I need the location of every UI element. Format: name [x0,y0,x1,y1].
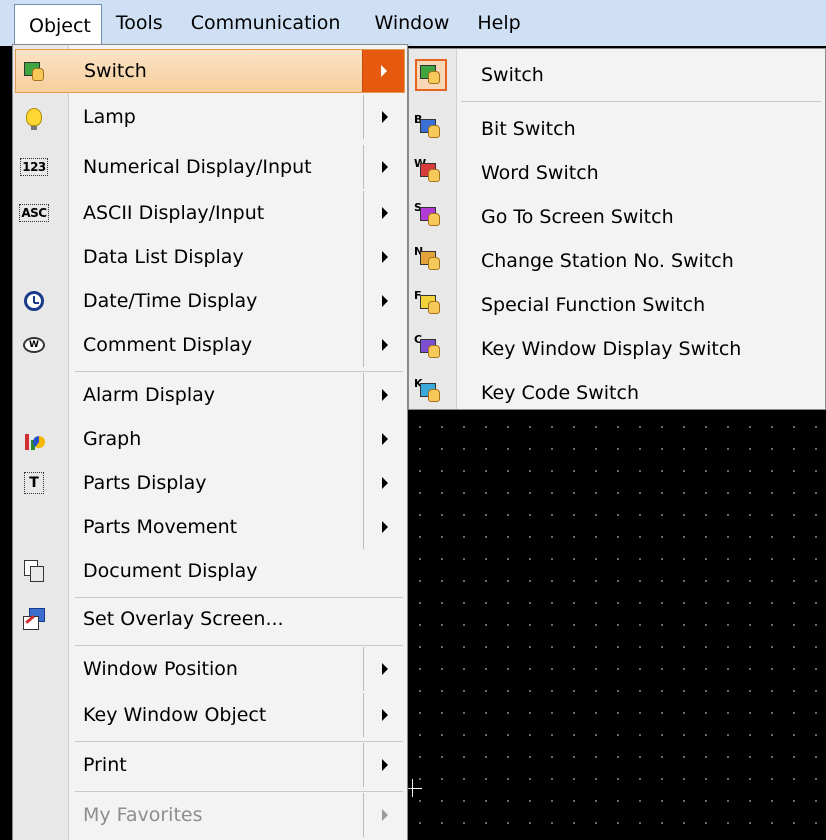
object-dropdown-menu: Switch Lamp 123 Numerical Display/Input … [12,44,408,840]
menu-item-numerical-display[interactable]: 123 Numerical Display/Input [15,145,405,189]
menu-item-parts-movement[interactable]: Parts Movement [15,505,405,549]
menu-item-label: Parts Movement [83,516,238,538]
submenu-item-label: Special Function Switch [481,294,706,316]
menu-item-date-time-display[interactable]: Date/Time Display [15,279,405,323]
go-to-screen-switch-icon: S [414,201,445,231]
menu-communication[interactable]: Communication [177,0,355,46]
change-station-switch-icon: N [414,245,445,275]
menu-item-set-overlay-screen[interactable]: Set Overlay Screen... [15,597,405,641]
bit-switch-icon: B [414,113,445,143]
submenu-item-go-to-screen-switch[interactable]: S Go To Screen Switch [411,195,823,239]
submenu-arrow-icon [363,279,405,323]
menu-item-label: Set Overlay Screen... [83,608,284,630]
menu-item-label: Window Position [83,658,238,680]
switch-icon [20,57,50,87]
submenu-item-special-function-switch[interactable]: F Special Function Switch [411,283,823,327]
submenu-item-label: Word Switch [481,162,599,184]
menu-item-label: Lamp [83,106,136,128]
menu-item-label: Switch [84,60,147,82]
menu-item-switch[interactable]: Switch [15,49,405,93]
submenu-arrow-icon [363,417,405,461]
menu-separator [75,741,403,742]
menu-item-comment-display[interactable]: W Comment Display [15,323,405,367]
menu-item-label: Parts Display [83,472,207,494]
menu-item-label: Numerical Display/Input [83,156,312,178]
submenu-item-label: Key Code Switch [481,382,639,404]
submenu-arrow-icon [363,693,405,737]
submenu-item-label: Switch [481,64,544,86]
menu-help[interactable]: Help [463,0,534,46]
menu-separator [75,371,403,372]
switch-icon [415,59,447,91]
menu-item-label: Document Display [83,560,258,582]
menu-bar: Object Tools Communication Window Help [0,0,826,46]
menu-item-lamp[interactable]: Lamp [15,95,405,139]
submenu-arrow-icon [363,95,405,139]
screen-editor-canvas[interactable] [406,410,826,840]
crosshair-cursor-v [412,779,413,797]
menu-object[interactable]: Object [14,4,102,46]
clock-icon [19,286,49,316]
menu-item-label: Graph [83,428,142,450]
submenu-separator [461,101,821,102]
menu-item-label: Data List Display [83,246,244,268]
menu-separator [75,791,403,792]
submenu-item-label: Bit Switch [481,118,576,140]
submenu-arrow-icon [363,647,405,691]
submenu-item-change-station-no-switch[interactable]: N Change Station No. Switch [411,239,823,283]
submenu-item-label: Change Station No. Switch [481,250,734,272]
submenu-arrow-icon [363,373,405,417]
menu-item-label: My Favorites [83,804,203,826]
menu-item-label: Key Window Object [83,704,267,726]
submenu-arrow-icon [363,323,405,367]
submenu-item-label: Key Window Display Switch [481,338,742,360]
graph-icon [19,424,49,454]
menu-item-print[interactable]: Print [15,743,405,787]
submenu-arrow-icon [363,743,405,787]
key-code-switch-icon: K [414,377,445,407]
submenu-item-key-window-display-switch[interactable]: C Key Window Display Switch [411,327,823,371]
menu-item-ascii-display[interactable]: ASC ASCII Display/Input [15,191,405,235]
menu-item-alarm-display[interactable]: Alarm Display [15,373,405,417]
submenu-arrow-icon [363,145,405,189]
menu-item-label: Date/Time Display [83,290,258,312]
menu-item-label: Print [83,754,127,776]
overlay-icon [19,604,49,634]
numerical-icon: 123 [20,158,48,176]
submenu-item-word-switch[interactable]: W Word Switch [411,151,823,195]
submenu-arrow-icon [363,191,405,235]
parts-icon: T [19,468,49,498]
lamp-icon [19,102,49,132]
submenu-item-bit-switch[interactable]: B Bit Switch [411,107,823,151]
ascii-icon: ASC [19,204,49,222]
submenu-arrow-icon [363,505,405,549]
menu-item-label: ASCII Display/Input [83,202,265,224]
submenu-arrow-icon [363,793,405,837]
submenu-item-label: Go To Screen Switch [481,206,674,228]
menu-separator [75,645,403,646]
document-icon [19,556,49,586]
word-switch-icon: W [414,157,445,187]
submenu-arrow-icon [363,461,405,505]
menu-item-key-window-object[interactable]: Key Window Object [15,693,405,737]
switch-submenu: Switch B Bit Switch W Word Switch S Go T… [408,48,826,410]
menu-item-graph[interactable]: Graph [15,417,405,461]
menu-item-parts-display[interactable]: T Parts Display [15,461,405,505]
menu-item-document-display[interactable]: Document Display [15,549,405,593]
menu-item-label: Comment Display [83,334,253,356]
submenu-arrow-icon [363,235,405,279]
menu-item-label: Alarm Display [83,384,215,406]
submenu-item-switch[interactable]: Switch [411,53,823,97]
submenu-arrow-icon [362,50,404,92]
submenu-item-key-code-switch[interactable]: K Key Code Switch [411,371,823,415]
menu-tools[interactable]: Tools [102,0,177,46]
special-function-switch-icon: F [414,289,445,319]
menu-window[interactable]: Window [360,0,463,46]
menu-item-data-list-display[interactable]: Data List Display [15,235,405,279]
key-window-switch-icon: C [414,333,445,363]
comment-icon: W [19,330,49,360]
menu-item-window-position[interactable]: Window Position [15,647,405,691]
menu-item-my-favorites[interactable]: My Favorites [15,793,405,837]
